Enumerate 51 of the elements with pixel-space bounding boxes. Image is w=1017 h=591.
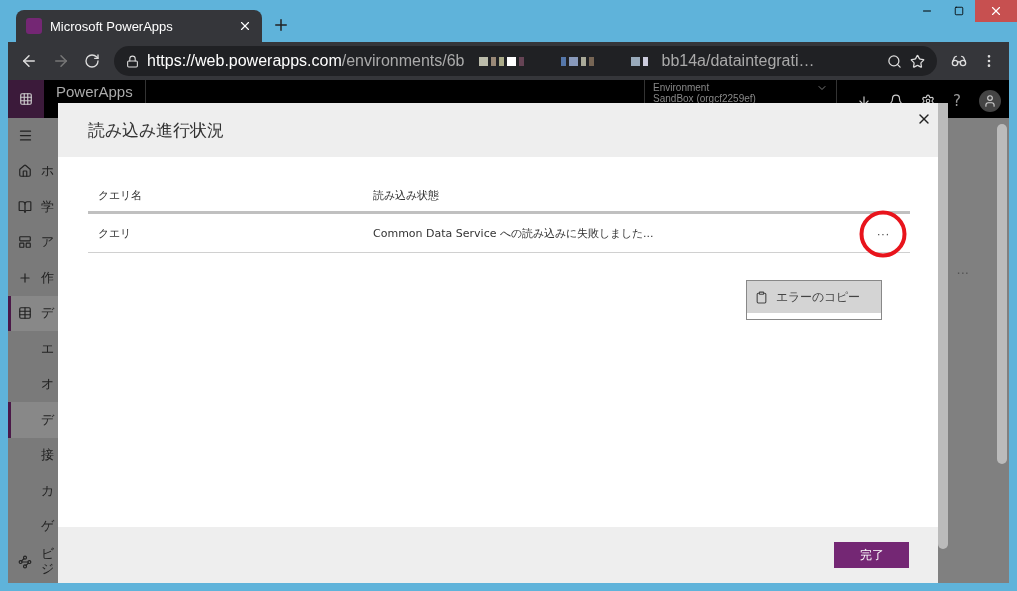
url-end: bb14a/dataintegrati… (661, 52, 815, 70)
sidebar-item[interactable]: 作 (8, 260, 58, 296)
browser-tab[interactable]: Microsoft PowerApps (16, 10, 262, 42)
star-icon[interactable] (910, 53, 925, 69)
column-header: クエリ名 (97, 187, 143, 203)
table-cell-text: クエリ (97, 225, 132, 241)
clipboard-icon (755, 290, 768, 304)
plus-icon (18, 270, 32, 285)
done-button[interactable]: 完了 (834, 542, 909, 568)
sidebar-item[interactable]: ゲ (8, 508, 58, 544)
sidebar-item[interactable]: 学 (8, 189, 58, 225)
back-icon[interactable] (20, 52, 38, 70)
sidebar-item[interactable]: デ (8, 295, 58, 331)
dialog-title: 読み込み進行状況 (88, 118, 224, 142)
search-icon[interactable] (887, 53, 902, 69)
url-host: https://web.powerapps.com (147, 52, 342, 70)
maximize-icon (954, 6, 964, 16)
reload-icon[interactable] (84, 53, 100, 69)
nodes-icon (18, 554, 32, 569)
table-icon (18, 306, 32, 321)
sidebar-item[interactable]: 接 (8, 437, 58, 473)
home-icon (18, 164, 32, 179)
address-field[interactable]: https://web.powerapps.com/environments/6b bb14a/dataintegrati… (114, 46, 937, 76)
scrollbar[interactable] (997, 124, 1007, 464)
sidebar-item[interactable]: ホ (8, 153, 58, 189)
close-icon (989, 4, 1003, 18)
avatar-button[interactable] (979, 90, 1001, 112)
menu-icon[interactable] (17, 128, 33, 144)
forward-icon[interactable] (52, 52, 70, 70)
sidebar-item[interactable]: ビジ (8, 544, 58, 580)
book-icon (18, 199, 32, 214)
layout-icon (18, 235, 32, 250)
scrollbar[interactable] (938, 103, 948, 549)
help-button[interactable]: ? (953, 92, 961, 110)
sidebar-item[interactable]: ア (8, 224, 58, 260)
person-icon (983, 94, 997, 108)
sidebar-item[interactable]: エ (8, 331, 58, 367)
tab-title: Microsoft PowerApps (50, 18, 174, 34)
menu-item[interactable]: エラーのコピー (747, 281, 881, 313)
table-cell-text: Common Data Service への読み込みに失敗しました... (372, 225, 655, 241)
close-tab-icon[interactable] (238, 19, 252, 33)
sidebar-item[interactable]: オ (8, 366, 58, 402)
app-launcher-button[interactable] (8, 80, 44, 118)
grid-icon (19, 92, 33, 106)
column-header: 読み込み状態 (372, 187, 440, 203)
new-tab-icon[interactable] (272, 16, 290, 34)
lock-icon (126, 54, 139, 68)
sidebar-item[interactable]: デ (8, 402, 58, 438)
sidebar-item[interactable]: カ (8, 473, 58, 509)
app-logo-icon (26, 18, 42, 34)
url-path: /environments/6b (341, 52, 465, 70)
